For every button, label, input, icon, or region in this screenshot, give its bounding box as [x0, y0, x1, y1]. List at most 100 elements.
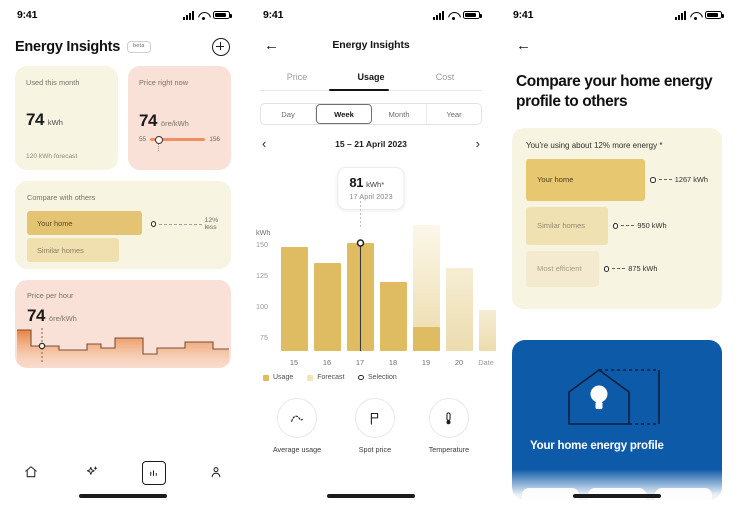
bar-annotation: 1267 kWh	[650, 175, 708, 184]
battery-icon	[463, 10, 482, 20]
legend-label-usage: Usage	[273, 374, 294, 381]
chevron-left-icon[interactable]: ‹	[262, 137, 266, 150]
legend-label-selection: Selection	[367, 374, 397, 381]
tab-active-indicator	[329, 88, 390, 91]
average-usage-icon[interactable]	[277, 398, 317, 438]
dashed-connector	[612, 268, 626, 270]
action-average-usage[interactable]: Average usage	[273, 398, 321, 454]
selection-dot-icon	[603, 266, 610, 272]
action-temperature[interactable]: Temperature	[429, 398, 469, 454]
legend-swatch-selection	[358, 374, 364, 381]
segment-year[interactable]: Year	[427, 104, 481, 124]
card-price-per-hour[interactable]: Price per hour 74 öre/kWh	[15, 280, 231, 368]
status-time: 9:41	[263, 9, 284, 21]
svg-text:Date: Date	[478, 358, 494, 367]
bar-value: 1267 kWh	[674, 175, 708, 185]
bar-value: 875 kWh	[628, 264, 658, 274]
status-bar: 9:41	[246, 0, 496, 30]
home-indicator	[573, 494, 661, 498]
house-lightbulb-icon	[568, 369, 660, 425]
svg-text:100: 100	[256, 302, 268, 311]
screen-energy-insights-home: 9:41 Energy Insights beta Used this mont…	[0, 0, 246, 511]
action-label: Temperature	[428, 445, 470, 454]
bar-your-home: Your home	[27, 211, 143, 235]
tab-price[interactable]: Price	[260, 72, 334, 91]
segment-day[interactable]: Day	[261, 104, 316, 124]
card-home-energy-profile[interactable]: Your home energy profile	[512, 340, 722, 500]
home-icon[interactable]	[20, 461, 42, 483]
selection-dot-icon	[612, 223, 619, 229]
screen-compare-profile: 9:41 ← Compare your home energy profile …	[496, 0, 738, 511]
chart-icon[interactable]	[141, 461, 166, 485]
action-spot-price[interactable]: Spot price	[354, 398, 395, 454]
legend-forecast: Forecast	[307, 374, 344, 381]
used-value: 74 kWh	[26, 110, 107, 130]
svg-text:19: 19	[422, 358, 430, 367]
thermometer-icon[interactable]	[428, 398, 469, 438]
sparkle-icon[interactable]	[81, 461, 103, 483]
legend-swatch-forecast	[307, 374, 314, 381]
page-title: Compare your home energy profile to othe…	[516, 73, 713, 111]
chevron-right-icon[interactable]: ›	[476, 137, 480, 150]
bar-your-home: Your home	[526, 158, 646, 201]
svg-text:125: 125	[256, 271, 268, 280]
svg-text:18: 18	[389, 358, 397, 367]
legend-swatch-usage	[263, 374, 269, 381]
used-number: 74	[26, 110, 44, 129]
tooltip-unit: kWh*	[366, 180, 385, 189]
slider-knob[interactable]	[155, 135, 164, 151]
blue-card-button[interactable]	[522, 488, 580, 500]
bar-most-efficient: Most efficient	[526, 250, 599, 287]
arrow-left-icon[interactable]: ←	[516, 38, 531, 53]
price-number: 74	[139, 111, 157, 130]
svg-text:16: 16	[323, 358, 331, 367]
tab-cost[interactable]: Cost	[408, 72, 482, 91]
home-indicator	[79, 494, 167, 498]
price-value: 74 öre/kWh	[139, 111, 220, 131]
page-header: Energy Insights beta	[0, 30, 246, 66]
week-navigator[interactable]: ‹ 15 – 21 April 2023 ›	[246, 137, 496, 150]
cellular-signal-icon	[183, 10, 194, 20]
status-badge: beta	[127, 41, 151, 53]
svg-text:kWh: kWh	[256, 228, 270, 237]
tab-bar[interactable]: Price Usage Cost	[246, 72, 496, 91]
tooltip-connector	[360, 197, 361, 227]
legend-usage: Usage	[263, 374, 293, 381]
blue-card-button[interactable]	[654, 488, 712, 500]
bar-similar-homes: Similar homes	[526, 206, 608, 245]
table-row: Similar homes 950 kWh	[526, 206, 708, 245]
price-min: 55	[139, 136, 147, 143]
table-row: Most efficient 875 kWh	[526, 250, 708, 287]
bottom-tab-bar[interactable]	[0, 449, 246, 511]
compare-annotation: 12% less	[151, 217, 231, 231]
bar-similar-homes: Similar homes	[27, 238, 120, 262]
action-label: Spot price	[358, 445, 392, 454]
slider-track[interactable]	[150, 135, 206, 151]
price-max: 156	[209, 136, 220, 143]
plus-circle-icon[interactable]	[212, 38, 230, 56]
status-icons	[433, 10, 482, 20]
profile-icon[interactable]	[205, 461, 227, 483]
action-label: Average usage	[272, 445, 322, 454]
usage-bar-chart[interactable]: kWh 150 125 100 75 15 16 17 18 19 20 Dat…	[246, 197, 496, 375]
range-segmented-control[interactable]: Day Week Month Year	[260, 103, 482, 125]
price-range-slider[interactable]: 55 156	[139, 135, 220, 151]
cards-top-row: Used this month 74 kWh 120 kWh forecast …	[15, 66, 231, 170]
card-used-this-month[interactable]: Used this month 74 kWh 120 kWh forecast	[15, 66, 118, 170]
action-buttons-row[interactable]: Average usage Spot price Temperature	[246, 398, 496, 454]
used-unit: kWh	[47, 118, 63, 127]
segment-month[interactable]: Month	[372, 104, 427, 124]
tooltip-value: 81	[349, 175, 364, 190]
svg-text:15: 15	[290, 358, 298, 367]
segment-week[interactable]: Week	[316, 104, 372, 124]
price-unit: öre/kWh	[160, 119, 189, 128]
card-price-right-now[interactable]: Price right now 74 öre/kWh 55 156	[128, 66, 231, 170]
home-indicator	[327, 494, 415, 498]
status-icons	[183, 10, 232, 20]
bar-value: 950 kWh	[637, 221, 667, 231]
status-time: 9:41	[513, 9, 534, 21]
flag-icon[interactable]	[354, 398, 395, 438]
status-time: 9:41	[17, 9, 38, 21]
card-compare-with-others[interactable]: Compare with others Your home Similar ho…	[15, 181, 231, 269]
battery-icon	[213, 10, 232, 20]
